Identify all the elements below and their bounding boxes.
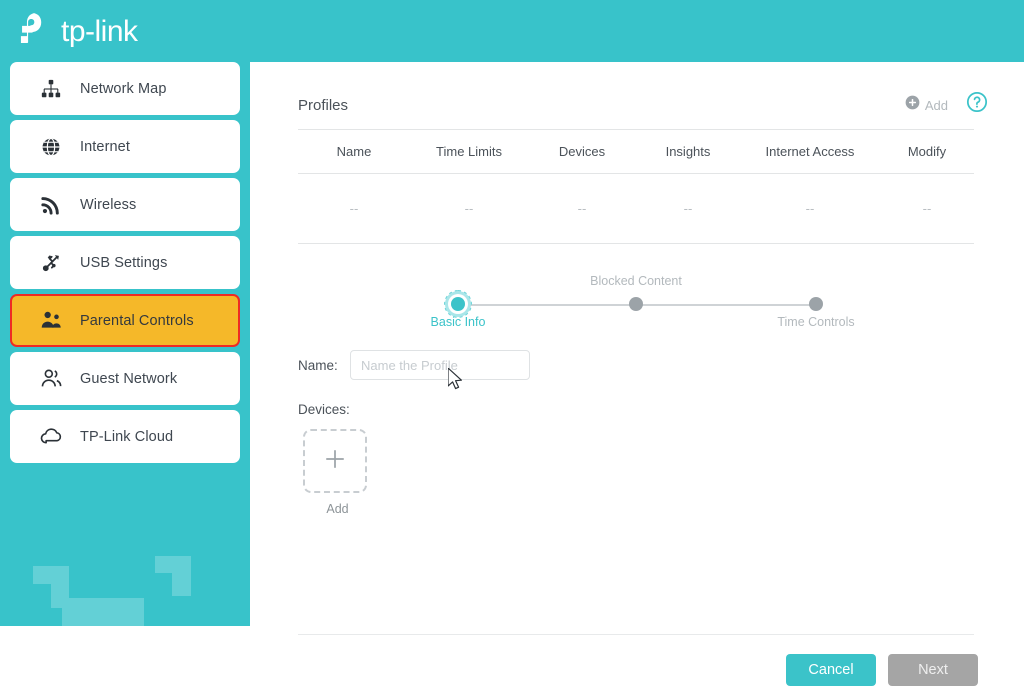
sidebar-item-label: USB Settings bbox=[80, 254, 168, 271]
header-bar bbox=[250, 0, 1024, 62]
step-basic-info[interactable]: Basic Info bbox=[383, 268, 533, 340]
cell-name: -- bbox=[349, 201, 359, 216]
guest-users-icon bbox=[38, 366, 64, 392]
column-header-time-limits: Time Limits bbox=[436, 144, 502, 159]
table-row: -- -- -- -- -- -- bbox=[298, 174, 974, 244]
decorative-block bbox=[62, 598, 144, 626]
sidebar-item-guest-network[interactable]: Guest Network bbox=[10, 352, 240, 405]
globe-icon bbox=[38, 134, 64, 160]
cell-modify: -- bbox=[922, 201, 932, 216]
sidebar-nav: Network Map Internet Wireless USB Settin… bbox=[10, 62, 240, 468]
content-inner: Profiles Add Name Time Limits Devices In… bbox=[298, 91, 988, 516]
sidebar-item-internet[interactable]: Internet bbox=[10, 120, 240, 173]
page-title: Profiles bbox=[298, 96, 349, 114]
add-profile-label: Add bbox=[924, 97, 948, 113]
main-content: Profiles Add Name Time Limits Devices In… bbox=[250, 62, 1024, 686]
help-icon[interactable] bbox=[966, 91, 988, 118]
decorative-block bbox=[172, 556, 191, 596]
profile-name-input[interactable] bbox=[350, 350, 530, 380]
cancel-button[interactable]: Cancel bbox=[786, 654, 876, 686]
sidebar-item-label: Network Map bbox=[80, 80, 167, 97]
cell-internet-access: -- bbox=[805, 201, 815, 216]
profiles-table: Name Time Limits Devices Insights Intern… bbox=[298, 129, 974, 244]
step-blocked-content[interactable]: Blocked Content bbox=[561, 268, 711, 340]
add-device-button[interactable] bbox=[303, 429, 367, 493]
sidebar-item-label: Wireless bbox=[80, 196, 137, 213]
column-header-name: Name bbox=[336, 144, 372, 159]
plus-circle-icon bbox=[905, 95, 920, 115]
name-field-label: Name: bbox=[298, 357, 338, 373]
step-label: Basic Info bbox=[430, 315, 486, 329]
column-header-devices: Devices bbox=[558, 144, 606, 159]
sidebar-item-tp-link-cloud[interactable]: TP-Link Cloud bbox=[10, 410, 240, 463]
column-header-modify: Modify bbox=[907, 144, 947, 159]
step-label: Time Controls bbox=[777, 315, 855, 329]
wifi-signal-icon bbox=[38, 192, 64, 218]
cloud-icon bbox=[38, 424, 64, 450]
wizard-stepper: Basic Info Blocked Content Time Controls bbox=[396, 268, 876, 340]
sidebar-item-label: Internet bbox=[80, 138, 130, 155]
footer-actions: Cancel Next bbox=[786, 654, 978, 686]
tp-link-logo-text: tp-link bbox=[61, 14, 138, 48]
cell-time-limits: -- bbox=[464, 201, 474, 216]
next-button[interactable]: Next bbox=[888, 654, 978, 686]
name-field-row: Name: bbox=[298, 350, 974, 380]
step-dot[interactable] bbox=[809, 297, 823, 311]
tp-link-logo: tp-link bbox=[12, 8, 138, 55]
sidebar-item-label: Parental Controls bbox=[80, 312, 194, 329]
step-label: Blocked Content bbox=[590, 274, 682, 288]
sidebar-item-usb-settings[interactable]: USB Settings bbox=[10, 236, 240, 289]
usb-icon bbox=[38, 250, 64, 276]
add-profile-button[interactable]: Add bbox=[905, 95, 948, 115]
footer-divider bbox=[298, 634, 974, 635]
cell-devices: -- bbox=[577, 201, 587, 216]
table-header-row: Name Time Limits Devices Insights Intern… bbox=[298, 130, 974, 174]
sidebar-item-label: Guest Network bbox=[80, 370, 178, 387]
sidebar-item-label: TP-Link Cloud bbox=[80, 428, 174, 445]
profiles-header-row: Profiles Add bbox=[298, 91, 988, 118]
step-dot[interactable] bbox=[629, 297, 643, 311]
add-device-label: Add bbox=[326, 502, 349, 516]
sitemap-icon bbox=[38, 76, 64, 102]
step-time-controls[interactable]: Time Controls bbox=[741, 268, 891, 340]
profile-form: Name: Devices: Add bbox=[298, 350, 974, 516]
column-header-internet-access: Internet Access bbox=[765, 144, 855, 159]
parental-controls-icon bbox=[38, 308, 64, 334]
step-dot[interactable] bbox=[451, 297, 465, 311]
tp-link-logo-mark bbox=[12, 8, 54, 55]
cell-insights: -- bbox=[683, 201, 693, 216]
sidebar-item-network-map[interactable]: Network Map bbox=[10, 62, 240, 115]
sidebar: Network Map Internet Wireless USB Settin… bbox=[0, 0, 250, 626]
column-header-insights: Insights bbox=[665, 144, 711, 159]
sidebar-item-parental-controls[interactable]: Parental Controls bbox=[10, 294, 240, 347]
devices-field-label: Devices: bbox=[298, 402, 350, 417]
plus-icon bbox=[322, 446, 348, 477]
sidebar-item-wireless[interactable]: Wireless bbox=[10, 178, 240, 231]
add-device-group: Add bbox=[298, 429, 372, 516]
